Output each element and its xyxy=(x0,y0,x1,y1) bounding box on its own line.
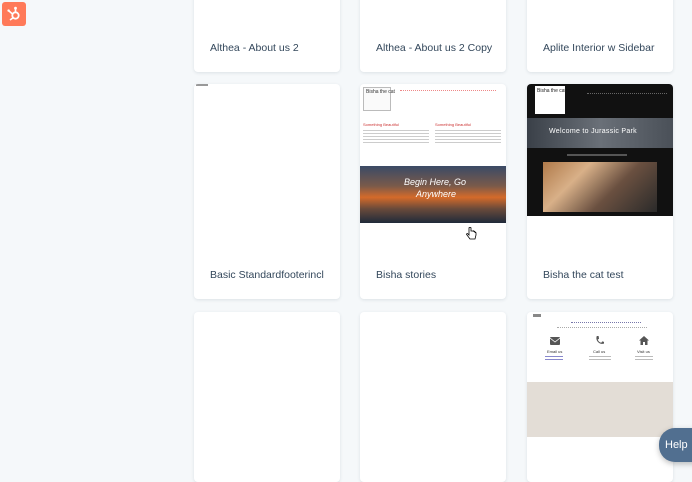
template-card[interactable] xyxy=(194,312,340,482)
template-card[interactable] xyxy=(360,312,506,482)
template-thumbnail xyxy=(196,84,208,86)
template-thumbnail: Email us Call us Visit us xyxy=(527,312,673,437)
template-card[interactable]: Bisha the cat Something Beautiful Someth… xyxy=(360,84,506,299)
email-icon xyxy=(550,337,560,345)
template-thumbnail: Bisha the cat Something Beautiful Someth… xyxy=(360,84,506,224)
thumbnail-banner-line1: Begin Here, Go xyxy=(404,177,467,187)
pointer-hand-icon xyxy=(466,227,477,240)
help-button-label: Help xyxy=(665,439,688,451)
template-card[interactable]: Althea - About us 2 xyxy=(194,0,340,72)
template-card[interactable]: Bisha the cat Welcome to Jurassic Park B… xyxy=(527,84,673,299)
phone-icon xyxy=(596,336,604,344)
template-card-label: Aplite Interior w Sidebar xyxy=(543,42,655,54)
template-card-label: Basic Standardfooterincl xyxy=(210,269,324,281)
template-card[interactable]: Aplite Interior w Sidebar xyxy=(527,0,673,72)
template-card[interactable]: Email us Call us Visit us xyxy=(527,312,673,482)
thumbnail-logo: Bisha the cat xyxy=(363,87,395,111)
template-card-label: Bisha the cat test xyxy=(543,269,624,281)
contact-call-label: Call us xyxy=(593,349,606,354)
thumbnail-logo: Bisha the cat xyxy=(535,86,566,114)
template-card-label: Bisha stories xyxy=(376,269,437,281)
contact-visit-label: Visit us xyxy=(637,349,650,354)
template-grid: Althea - About us 2 Althea - About us 2 … xyxy=(0,0,692,482)
thumbnail-photo xyxy=(543,162,657,212)
help-button[interactable]: Help xyxy=(659,428,692,462)
template-card-label: Althea - About us 2 Copy xyxy=(376,42,493,54)
thumbnail-heading-left: Something Beautiful xyxy=(363,122,399,127)
home-icon xyxy=(639,336,649,345)
template-card[interactable]: Althea - About us 2 Copy xyxy=(360,0,506,72)
thumbnail-hero-title: Welcome to Jurassic Park xyxy=(549,128,637,135)
thumbnail-logo-text: Bisha the cat xyxy=(366,89,395,95)
contact-email-label: Email us xyxy=(547,349,563,354)
thumbnail-hero: Welcome to Jurassic Park xyxy=(527,118,673,148)
template-card[interactable]: Basic Standardfooterincl xyxy=(194,84,340,299)
template-card-label: Althea - About us 2 xyxy=(210,42,299,54)
thumbnail-banner-line2: Anywhere xyxy=(416,189,457,199)
thumbnail-logo-text: Bisha the cat xyxy=(537,88,566,94)
thumbnail-map xyxy=(527,382,673,437)
template-thumbnail: Bisha the cat Welcome to Jurassic Park xyxy=(527,84,673,216)
thumbnail-banner: Begin Here, Go Anywhere xyxy=(360,166,506,223)
thumbnail-heading-right: Something Beautiful xyxy=(435,122,471,127)
